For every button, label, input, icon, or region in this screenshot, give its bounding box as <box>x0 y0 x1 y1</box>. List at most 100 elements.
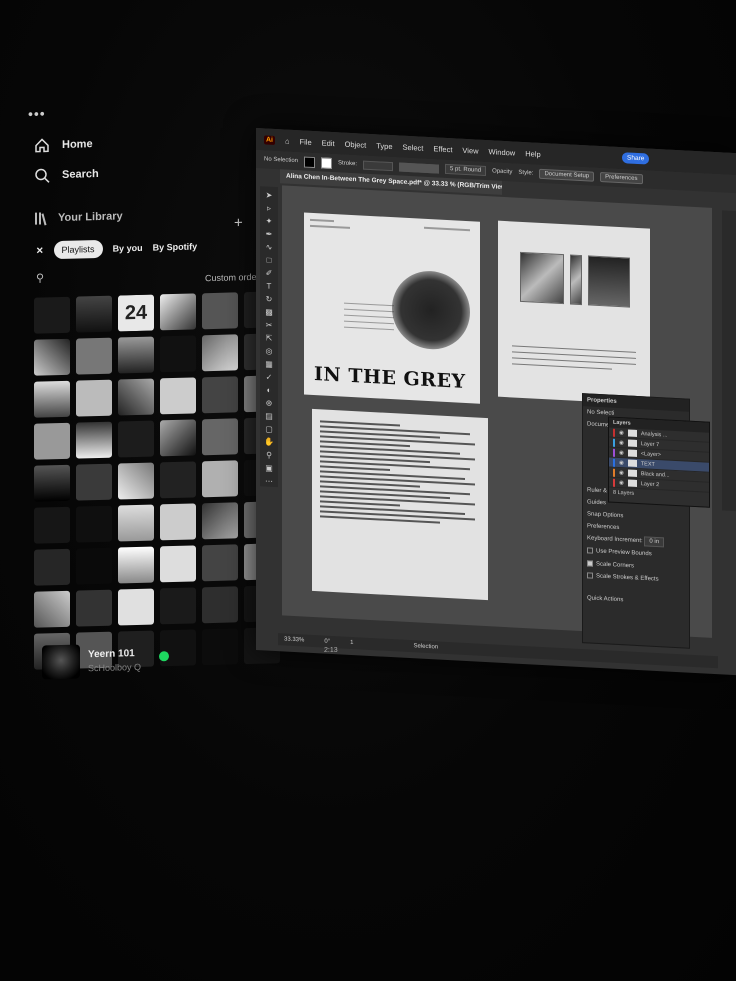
keyboard-increment-field[interactable]: 0 in <box>644 536 665 548</box>
menu-view[interactable]: View <box>462 145 478 155</box>
playlist-tile[interactable] <box>118 336 154 374</box>
zoom-level[interactable]: 33.33% <box>284 636 304 643</box>
menu-window[interactable]: Window <box>489 147 516 157</box>
playlist-tile[interactable]: 24 <box>118 294 154 332</box>
artboard-text[interactable] <box>312 408 488 601</box>
magic-wand-icon[interactable]: ✦ <box>264 216 274 227</box>
hand-tool-icon[interactable]: ✋ <box>264 437 274 448</box>
playlist-tile[interactable] <box>202 334 238 372</box>
playlist-tile[interactable] <box>34 338 70 376</box>
selection-tool-icon[interactable]: ➤ <box>264 190 274 201</box>
menu-effect[interactable]: Effect <box>433 144 452 154</box>
menu-object[interactable]: Object <box>345 139 367 149</box>
playlist-tile[interactable] <box>76 547 112 585</box>
layer-name[interactable]: Analysis ... <box>641 431 668 438</box>
menu-help[interactable]: Help <box>525 149 540 159</box>
stroke-swatch[interactable] <box>321 156 333 169</box>
rotate-tool-icon[interactable]: ↻ <box>264 294 274 305</box>
playlist-tile[interactable] <box>118 588 154 626</box>
layer-name[interactable]: Layer 7 <box>641 441 659 448</box>
layer-name[interactable]: Black and... <box>641 471 670 479</box>
your-library[interactable]: Your Library <box>34 209 123 226</box>
fill-swatch[interactable] <box>304 156 316 168</box>
menu-select[interactable]: Select <box>403 142 424 152</box>
playlist-tile[interactable] <box>34 380 70 418</box>
checkbox-box-checked[interactable] <box>587 559 593 567</box>
playlist-tile[interactable] <box>76 379 112 417</box>
playlist-tile[interactable] <box>34 296 70 334</box>
playlist-tile[interactable] <box>76 463 112 501</box>
artboard-tool-icon[interactable]: ▢ <box>264 424 274 435</box>
symbol-sprayer-icon[interactable]: ⊛ <box>264 398 274 409</box>
playlist-tile[interactable] <box>118 420 154 458</box>
playlist-tile[interactable] <box>118 546 154 584</box>
playlist-tile[interactable] <box>34 422 70 460</box>
playlist-tile[interactable] <box>76 295 112 333</box>
rotation-angle[interactable]: 0° <box>324 639 330 645</box>
graph-tool-icon[interactable]: ▤ <box>264 411 274 422</box>
paintbrush-tool-icon[interactable]: ✐ <box>264 268 274 279</box>
menu-type[interactable]: Type <box>376 141 392 151</box>
filter-by-you[interactable]: By you <box>113 243 143 254</box>
share-button[interactable]: Share <box>622 152 650 165</box>
stroke-label[interactable]: Stroke: <box>338 160 357 167</box>
style-label[interactable]: Style: <box>518 170 533 177</box>
sort-dropdown[interactable]: Custom order <box>205 272 260 283</box>
track-artist[interactable]: ScHoolboy Q <box>88 662 141 673</box>
playlist-tile[interactable] <box>160 461 196 499</box>
playlist-tile[interactable] <box>118 504 154 542</box>
playlist-tile[interactable] <box>118 378 154 416</box>
playlist-tile[interactable] <box>202 628 238 666</box>
brush-dropdown[interactable]: 5 pt. Round <box>445 163 487 177</box>
artboard-cassette[interactable] <box>498 220 650 405</box>
playlist-tile[interactable] <box>202 376 238 414</box>
eye-icon[interactable]: ◉ <box>619 430 624 436</box>
eye-icon[interactable]: ◉ <box>619 440 624 446</box>
home-icon[interactable]: ⌂ <box>285 136 290 145</box>
artboard-number[interactable]: 1 <box>350 640 353 646</box>
pen-tool-icon[interactable]: ✒ <box>264 229 274 240</box>
stroke-weight-field[interactable] <box>363 160 394 171</box>
checkbox-box[interactable] <box>587 572 593 579</box>
playlist-tile[interactable] <box>76 589 112 627</box>
playlist-tile[interactable] <box>202 418 238 456</box>
filter-playlists[interactable]: Playlists <box>53 239 103 260</box>
playlist-tile[interactable] <box>76 505 112 543</box>
eyedropper-tool-icon[interactable]: ✓ <box>264 372 274 383</box>
nav-home[interactable]: Home <box>34 136 93 154</box>
fill-stroke-icon[interactable]: ▣ <box>264 463 274 474</box>
playlist-tile[interactable] <box>76 421 112 459</box>
playlist-tile[interactable] <box>202 502 238 540</box>
add-icon[interactable]: + <box>234 214 243 231</box>
library-search-icon[interactable]: ⚲ <box>36 271 44 284</box>
variable-width-field[interactable] <box>399 161 440 174</box>
playlist-tile[interactable] <box>202 544 238 582</box>
nav-search[interactable]: Search <box>34 166 99 184</box>
layer-name[interactable]: <Layer> <box>641 451 661 458</box>
rectangle-tool-icon[interactable]: □ <box>264 255 274 266</box>
blend-tool-icon[interactable]: ◐ <box>264 385 274 396</box>
playlist-tile[interactable] <box>160 503 196 541</box>
shape-builder-icon[interactable]: ◎ <box>264 346 274 357</box>
more-tools-icon[interactable]: ⋯ <box>264 476 274 487</box>
playlist-tile[interactable] <box>160 587 196 625</box>
eraser-tool-icon[interactable]: ▩ <box>264 307 274 318</box>
saved-check-icon[interactable] <box>159 651 170 662</box>
playlist-tile[interactable] <box>202 292 238 330</box>
track-title[interactable]: Yeern 101 <box>88 648 141 660</box>
playlist-tile[interactable] <box>160 293 196 331</box>
direct-selection-tool-icon[interactable]: ▹ <box>264 203 274 214</box>
playlist-tile[interactable] <box>76 337 112 375</box>
scissors-icon[interactable]: ✂ <box>264 320 274 331</box>
playlist-tile[interactable] <box>34 548 70 586</box>
gradient-tool-icon[interactable]: ▦ <box>264 359 274 370</box>
checkbox-box[interactable] <box>587 547 593 554</box>
playlist-tile[interactable] <box>34 590 70 628</box>
scale-tool-icon[interactable]: ⇱ <box>264 333 274 344</box>
menu-edit[interactable]: Edit <box>322 138 335 148</box>
eye-icon[interactable]: ◉ <box>619 450 624 456</box>
playlist-tile[interactable] <box>160 335 196 373</box>
playlist-tile[interactable] <box>160 377 196 415</box>
playlist-tile[interactable] <box>202 586 238 624</box>
right-panel-dock[interactable] <box>722 210 736 512</box>
